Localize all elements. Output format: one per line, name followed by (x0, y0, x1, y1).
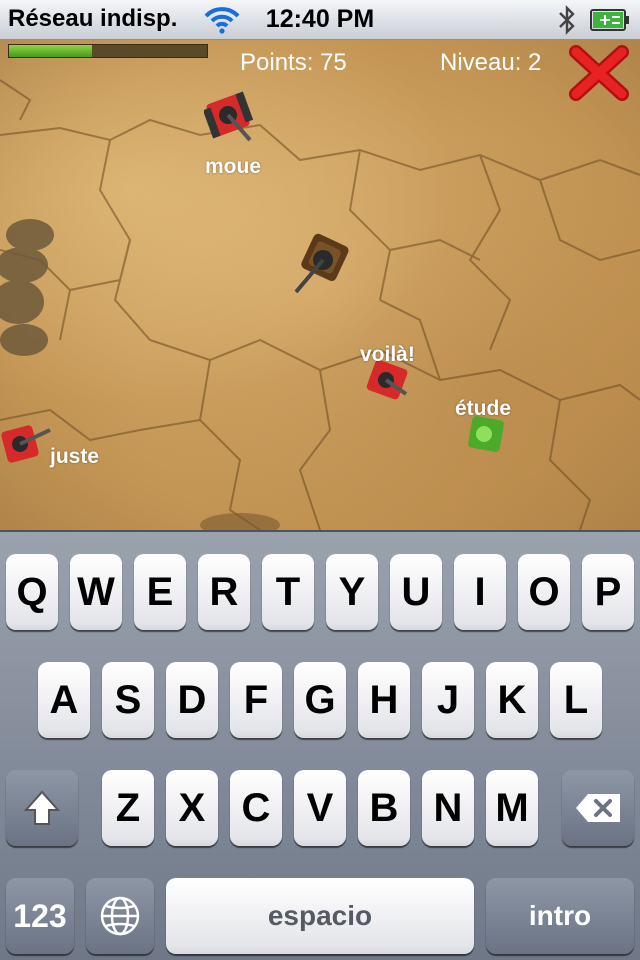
numbers-key[interactable]: 123 (6, 878, 74, 954)
key-e[interactable]: E (134, 554, 186, 630)
key-w[interactable]: W (70, 554, 122, 630)
clock-time: 12:40 PM (265, 5, 375, 33)
key-z[interactable]: Z (102, 770, 154, 846)
shift-key[interactable] (6, 770, 78, 846)
key-x[interactable]: X (166, 770, 218, 846)
key-g[interactable]: G (294, 662, 346, 738)
key-m[interactable]: M (486, 770, 538, 846)
key-a[interactable]: A (38, 662, 90, 738)
key-b[interactable]: B (358, 770, 410, 846)
globe-icon (100, 896, 140, 936)
key-k[interactable]: K (486, 662, 538, 738)
key-t[interactable]: T (262, 554, 314, 630)
key-i[interactable]: I (454, 554, 506, 630)
globe-key[interactable] (86, 878, 154, 954)
key-h[interactable]: H (358, 662, 410, 738)
key-v[interactable]: V (294, 770, 346, 846)
onscreen-keyboard: Q W E R T Y U I O P A S D F G H J K L Z … (0, 530, 640, 960)
enemy-tank-icon (204, 91, 254, 142)
game-field[interactable]: Points: 75 Niveau: 2 moue voilà! étude j… (0, 40, 640, 530)
battery-charging-icon (590, 9, 629, 31)
key-q[interactable]: Q (6, 554, 58, 630)
space-key[interactable]: espacio (166, 878, 474, 954)
health-bar (8, 44, 208, 58)
key-n[interactable]: N (422, 770, 474, 846)
points-counter: Points: 75 (240, 49, 347, 76)
health-fill (9, 45, 93, 57)
enemy-tank-icon (1, 425, 51, 463)
level-indicator: Niveau: 2 (440, 49, 542, 76)
enemy-word-label: juste (50, 445, 100, 468)
key-d[interactable]: D (166, 662, 218, 738)
key-f[interactable]: F (230, 662, 282, 738)
key-r[interactable]: R (198, 554, 250, 630)
bluetooth-icon (559, 5, 575, 35)
backspace-icon (576, 794, 620, 822)
enemy-word-label: moue (205, 155, 262, 178)
key-s[interactable]: S (102, 662, 154, 738)
delete-key[interactable] (562, 770, 634, 846)
enemy-word-label: étude (455, 397, 512, 420)
close-x-icon[interactable] (568, 44, 630, 102)
key-u[interactable]: U (390, 554, 442, 630)
player-tank-icon (294, 233, 349, 294)
key-p[interactable]: P (582, 554, 634, 630)
shift-arrow-icon (23, 790, 61, 825)
key-j[interactable]: J (422, 662, 474, 738)
status-bar: Réseau indisp. 12:40 PM (0, 0, 640, 40)
key-l[interactable]: L (550, 662, 602, 738)
key-o[interactable]: O (518, 554, 570, 630)
key-c[interactable]: C (230, 770, 282, 846)
key-y[interactable]: Y (326, 554, 378, 630)
enemy-word-label: voilà! (360, 343, 415, 366)
return-key[interactable]: intro (486, 878, 634, 954)
